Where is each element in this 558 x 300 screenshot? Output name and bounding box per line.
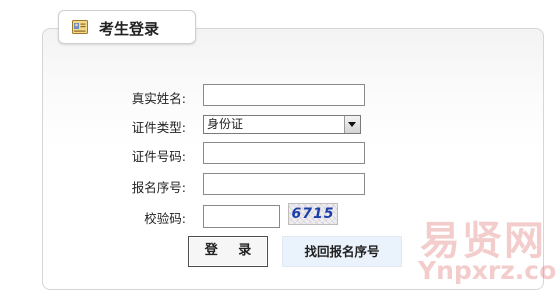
registration-number-input[interactable] [203,173,365,195]
captcha-input[interactable] [203,205,280,228]
find-registration-number-button[interactable]: 找回报名序号 [282,236,402,267]
captcha-image[interactable]: 6715 [288,203,338,225]
chevron-down-icon[interactable] [344,116,360,133]
real-name-label: 真实姓名: [131,91,186,106]
real-name-input[interactable] [203,84,365,106]
login-button[interactable]: 登 录 [188,236,268,267]
captcha-label: 校验码: [144,211,186,226]
login-tab-title: 考生登录 [99,20,160,38]
id-type-label: 证件类型: [131,120,186,135]
id-type-select[interactable]: 身份证 [203,115,361,134]
login-tab: 考生登录 [58,10,196,44]
id-type-selected-value: 身份证 [207,117,244,131]
registration-number-label: 报名序号: [131,180,186,195]
watermark: 易贤网 Ynpxrz.com [408,208,558,300]
id-number-input[interactable] [203,142,365,164]
id-number-label: 证件号码: [131,149,186,164]
id-card-icon [72,20,88,34]
watermark-text-en: Ynpxrz.com [418,256,558,285]
